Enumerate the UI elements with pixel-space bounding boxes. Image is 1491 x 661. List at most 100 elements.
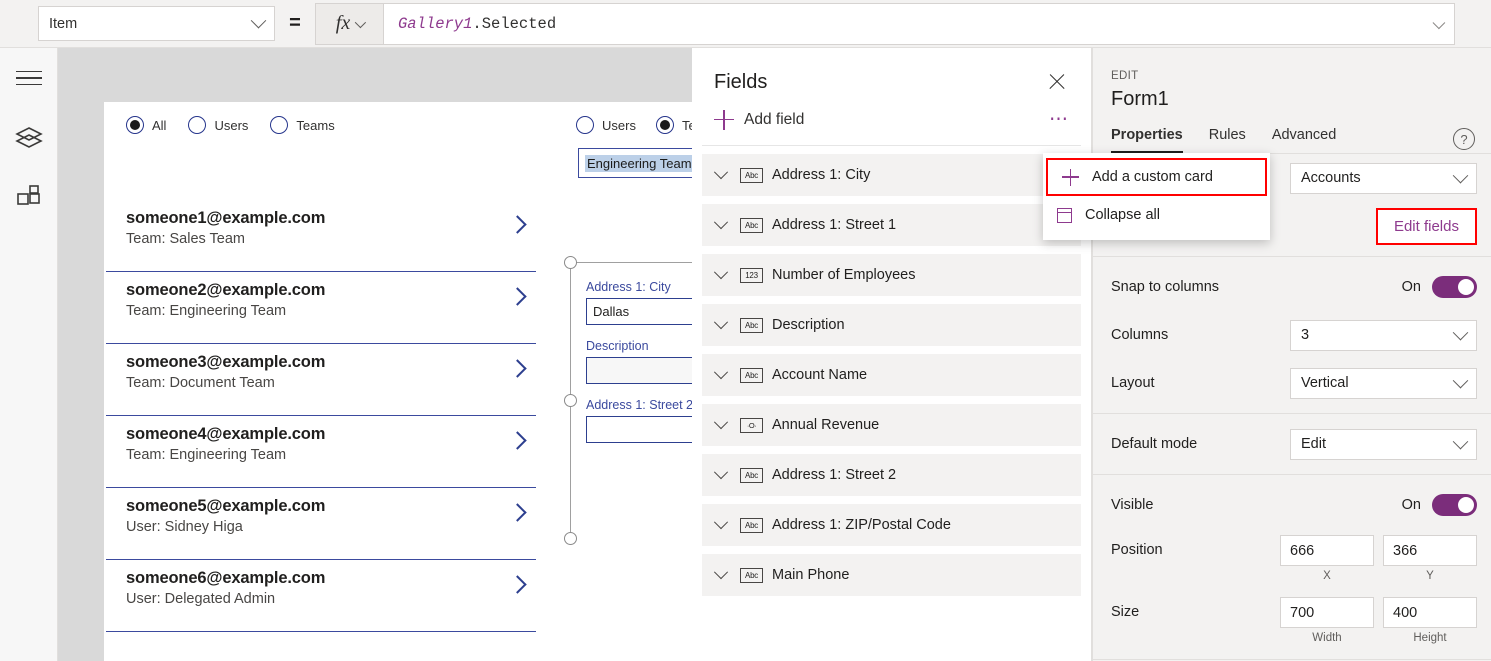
field-row[interactable]: Abc Address 1: Street 2 <box>702 454 1081 496</box>
field-label: Main Phone <box>772 567 849 583</box>
list-item[interactable]: someone4@example.com Team: Engineering T… <box>106 416 536 488</box>
layout-select[interactable]: Vertical <box>1290 368 1477 399</box>
size-height-caption: Height <box>1413 632 1446 644</box>
field-row[interactable]: Abc Account Name <box>702 354 1081 396</box>
resize-handle-middle[interactable] <box>564 394 577 407</box>
size-width-value: 700 <box>1290 605 1314 621</box>
radio-dot <box>270 116 288 134</box>
chevron-down-icon[interactable] <box>714 315 728 329</box>
list-item-title: someone2@example.com <box>126 281 522 300</box>
components-icon <box>16 185 42 211</box>
divider <box>1093 474 1491 475</box>
field-list: Abc Address 1: City Abc Address 1: Stree… <box>692 146 1091 596</box>
field-row[interactable]: Abc Main Phone <box>702 554 1081 596</box>
ellipsis-icon[interactable]: ⋯ <box>1049 108 1069 131</box>
default-mode-select[interactable]: Edit <box>1290 429 1477 460</box>
list-item[interactable]: someone2@example.com Team: Engineering T… <box>106 272 536 344</box>
chevron-down-icon[interactable] <box>714 565 728 579</box>
menu-item-collapse-all[interactable]: Collapse all <box>1043 196 1270 234</box>
chevron-down-icon[interactable] <box>714 215 728 229</box>
radio-label: Teams <box>682 118 692 133</box>
radio-users[interactable]: Users <box>188 116 248 134</box>
chevron-down-icon[interactable] <box>714 265 728 279</box>
snap-to-columns-toggle[interactable] <box>1432 276 1477 298</box>
panel-eyebrow: EDIT <box>1093 48 1491 82</box>
card-input[interactable] <box>586 357 692 384</box>
text-type-icon: Abc <box>740 318 763 333</box>
sidebar-item-tree-view[interactable] <box>0 108 58 168</box>
chevron-down-icon[interactable] <box>714 465 728 479</box>
position-label: Position <box>1111 535 1280 566</box>
radio-teams[interactable]: Teams <box>270 116 334 134</box>
tab-advanced[interactable]: Advanced <box>1272 127 1337 153</box>
tab-rules[interactable]: Rules <box>1209 127 1246 153</box>
chevron-down-icon[interactable] <box>714 515 728 529</box>
form-preview[interactable]: Users Teams Engineering Team <box>556 116 692 178</box>
list-item[interactable]: someone1@example.com Team: Sales Team <box>106 200 536 272</box>
detail-radio-group[interactable]: Users Teams <box>576 116 692 134</box>
filter-radio-group[interactable]: All Users Teams <box>126 116 335 134</box>
edit-fields-button[interactable]: Edit fields <box>1376 208 1477 245</box>
formula-expand-icon[interactable] <box>1433 16 1446 29</box>
chevron-down-icon[interactable] <box>714 415 728 429</box>
field-label: Annual Revenue <box>772 417 879 433</box>
property-select-value: Item <box>49 16 253 32</box>
card-input[interactable]: Dallas <box>586 298 692 325</box>
app-canvas[interactable]: All Users Teams someone1@example.com Tea… <box>58 48 692 661</box>
radio-users-detail[interactable]: Users <box>576 116 636 134</box>
field-row[interactable]: Abc Description <box>702 304 1081 346</box>
list-item-subtitle: Team: Engineering Team <box>126 447 522 463</box>
canvas-screen[interactable]: All Users Teams someone1@example.com Tea… <box>104 102 692 661</box>
fx-button[interactable]: fx <box>315 3 383 45</box>
resize-handle-top[interactable] <box>564 256 577 269</box>
menu-item-add-custom-card[interactable]: Add a custom card <box>1046 158 1267 196</box>
list-item[interactable]: someone5@example.com User: Sidney Higa <box>106 488 536 560</box>
field-row[interactable]: Abc Address 1: ZIP/Postal Code <box>702 504 1081 546</box>
text-type-icon: Abc <box>740 368 763 383</box>
sidebar-item-menu[interactable] <box>0 48 58 108</box>
chevron-down-icon[interactable] <box>714 365 728 379</box>
team-combobox[interactable]: Engineering Team <box>578 148 692 178</box>
list-item-subtitle: User: Sidney Higa <box>126 519 522 535</box>
field-row[interactable]: 123 Number of Employees <box>702 254 1081 296</box>
context-menu[interactable]: Add a custom card Collapse all <box>1043 153 1270 240</box>
fields-panel-header: Fields <box>692 48 1091 94</box>
layers-icon <box>15 125 43 151</box>
position-x-value: 666 <box>1290 543 1314 559</box>
radio-label: Users <box>602 118 636 133</box>
list-item[interactable]: someone6@example.com User: Delegated Adm… <box>106 560 536 632</box>
size-width-input[interactable]: 700 <box>1280 597 1374 628</box>
property-select[interactable]: Item <box>38 6 275 41</box>
position-y-value: 366 <box>1393 543 1417 559</box>
fx-label: fx <box>336 12 350 35</box>
formula-input[interactable]: Gallery1.Selected <box>383 3 1455 45</box>
data-source-select[interactable]: Accounts <box>1290 163 1477 194</box>
radio-all[interactable]: All <box>126 116 166 134</box>
panel-tabs[interactable]: Properties Rules Advanced <box>1093 111 1491 153</box>
resize-handle-bottom[interactable] <box>564 532 577 545</box>
team-combobox-value: Engineering Team <box>585 155 692 172</box>
radio-dot <box>656 116 674 134</box>
close-icon[interactable] <box>1045 70 1069 94</box>
field-row[interactable]: Abc Address 1: Street 1 <box>702 204 1081 246</box>
chevron-down-icon[interactable] <box>714 165 728 179</box>
add-field-row[interactable]: Add field ⋯ <box>692 94 1091 131</box>
position-y-input[interactable]: 366 <box>1383 535 1477 566</box>
formula-bar: Item = fx Gallery1.Selected <box>0 0 1491 48</box>
columns-select[interactable]: 3 <box>1290 320 1477 351</box>
sidebar-item-insert[interactable] <box>0 168 58 228</box>
text-type-icon: Abc <box>740 168 763 183</box>
card-input[interactable] <box>586 416 692 443</box>
gallery[interactable]: someone1@example.com Team: Sales Team so… <box>106 200 536 632</box>
position-x-input[interactable]: 666 <box>1280 535 1374 566</box>
help-icon[interactable]: ? <box>1453 128 1475 150</box>
field-row[interactable]: ·O· Annual Revenue <box>702 404 1081 446</box>
visible-toggle[interactable] <box>1432 494 1477 516</box>
size-height-input[interactable]: 400 <box>1383 597 1477 628</box>
field-row[interactable]: Abc Address 1: City <box>702 154 1081 196</box>
tab-properties[interactable]: Properties <box>1111 127 1183 153</box>
visible-label: Visible <box>1111 497 1402 513</box>
list-item[interactable]: someone3@example.com Team: Document Team <box>106 344 536 416</box>
formula-rest-token: .Selected <box>472 15 556 33</box>
radio-teams-detail[interactable]: Teams <box>656 116 692 134</box>
